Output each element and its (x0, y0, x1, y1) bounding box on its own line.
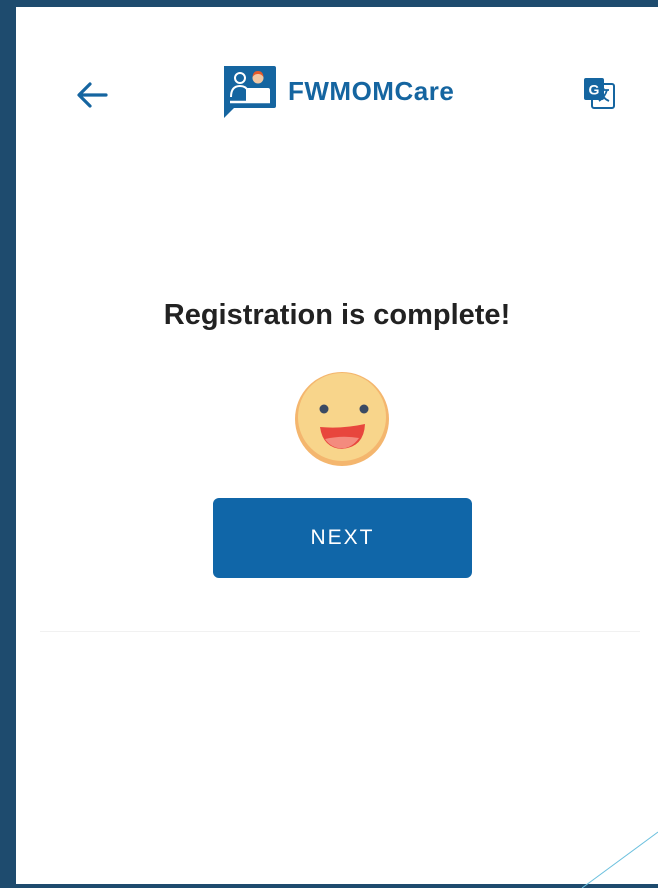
frame-border-top (0, 0, 658, 7)
svg-text:G: G (589, 82, 600, 98)
google-translate-icon: G (584, 78, 615, 109)
device-frame: FWMOMCare G Registration is complete! NE… (0, 0, 658, 888)
next-button[interactable]: NEXT (213, 498, 472, 578)
arrow-left-icon (77, 82, 108, 108)
corner-decoration-line (581, 831, 658, 888)
app-name: FWMOMCare (288, 75, 455, 106)
app-brand: FWMOMCare (220, 62, 454, 120)
translate-button[interactable]: G (582, 76, 616, 110)
back-button[interactable] (72, 75, 112, 115)
registration-complete-title: Registration is complete! (163, 299, 511, 331)
content-divider (40, 631, 640, 632)
smiling-face-icon (295, 372, 389, 466)
frame-border-left (0, 0, 16, 888)
fwmomcare-logo-icon (224, 66, 276, 118)
app-screen: FWMOMCare G Registration is complete! NE… (16, 7, 658, 884)
